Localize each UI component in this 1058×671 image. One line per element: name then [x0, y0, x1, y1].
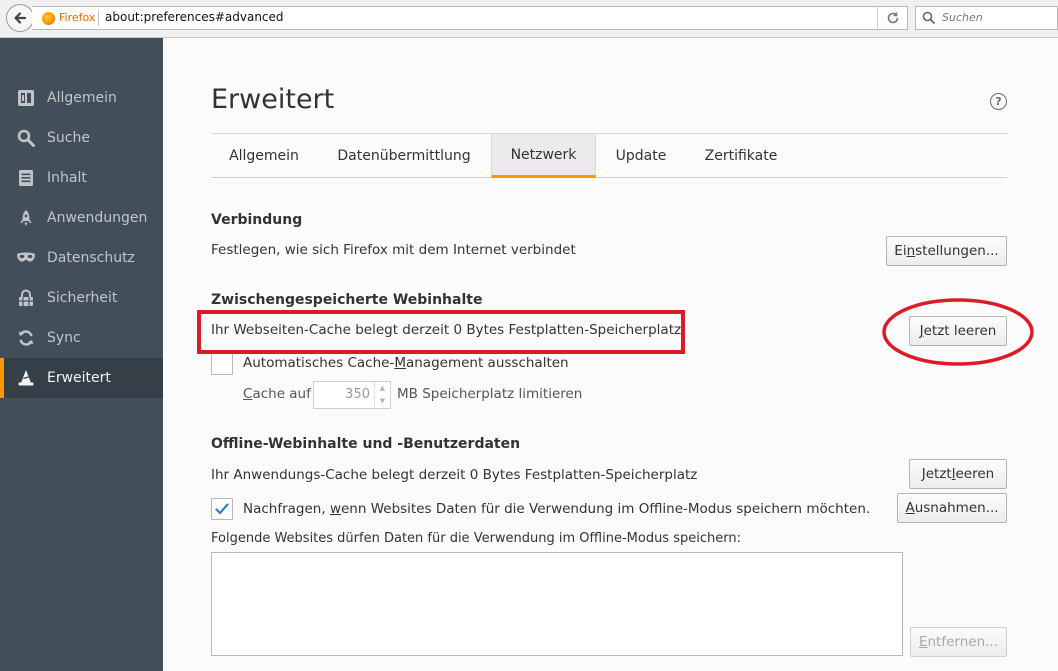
label-part: anagement ausschalten	[405, 355, 569, 371]
cache-override-label[interactable]: Automatisches Cache-Management ausschalt…	[243, 355, 569, 371]
offline-ask-checkbox[interactable]	[211, 498, 233, 520]
tab-label: Zertifikate	[704, 148, 778, 164]
offline-title: Offline-Webinhalte und -Benutzerdaten	[211, 436, 521, 452]
tab-label: Update	[615, 148, 667, 164]
advanced-tabs: Allgemein Datenübermittlung Netzwerk Upd…	[211, 134, 1007, 178]
preferences-sidebar: Allgemein Suche Inhalt Anwendungen Daten…	[0, 38, 163, 671]
cache-size-spinner[interactable]: ▲ ▼	[374, 382, 390, 408]
tab-allgemein[interactable]: Allgemein	[211, 134, 317, 178]
sidebar-item-label: Datenschutz	[47, 250, 135, 266]
button-label-part: eeren	[955, 466, 995, 482]
button-label-part: Jetzt	[921, 466, 952, 482]
clear-offline-button[interactable]: Jetzt l eeren	[909, 459, 1007, 489]
sidebar-item-label: Anwendungen	[47, 210, 148, 226]
site-identity[interactable]: Firefox	[59, 11, 95, 24]
help-label: ?	[995, 95, 1002, 108]
offline-ask-label[interactable]: Nachfragen, wenn Websites Daten für die …	[243, 501, 870, 517]
label-part: ache auf	[252, 386, 311, 402]
rocket-icon	[16, 208, 36, 228]
connection-title: Verbindung	[211, 212, 303, 228]
offline-description: Ihr Anwendungs-Cache belegt derzeit 0 By…	[211, 467, 698, 483]
tab-label: Datenübermittlung	[337, 148, 471, 164]
search-icon	[16, 128, 36, 148]
access-key: w	[329, 501, 341, 517]
mask-icon	[16, 248, 36, 268]
exceptions-button[interactable]: Ausnahmen...	[897, 493, 1007, 523]
security-icon	[16, 288, 36, 308]
button-label-part: ntfernen...	[927, 634, 999, 650]
connection-settings-button[interactable]: Ei n stellungen...	[886, 236, 1007, 266]
search-icon	[922, 11, 936, 25]
cache-limit-suffix: MB Speicherplatz limitieren	[397, 386, 583, 402]
sidebar-item-allgemein[interactable]: Allgemein	[0, 78, 163, 118]
sync-icon	[16, 328, 36, 348]
sidebar-item-label: Sicherheit	[47, 290, 118, 306]
annotation-ellipse	[882, 298, 1034, 366]
access-key: n	[906, 243, 916, 259]
access-key: A	[905, 500, 915, 516]
search-placeholder: Suchen	[942, 11, 983, 24]
button-label-part: Ei	[894, 243, 907, 259]
tab-label: Allgemein	[229, 148, 299, 164]
back-button[interactable]	[6, 4, 34, 32]
remove-site-button[interactable]: Entfernen...	[910, 627, 1007, 657]
label-part: Automatisches Cache-	[243, 355, 395, 371]
page-title: Erweitert	[211, 84, 335, 115]
offline-sites-list[interactable]	[211, 552, 903, 656]
cache-size-input[interactable]: 350 ▲ ▼	[313, 381, 391, 409]
url-text[interactable]: about:preferences#advanced	[105, 10, 284, 24]
sidebar-item-label: Erweitert	[47, 370, 111, 386]
checkmark-icon	[215, 503, 229, 515]
cache-title: Zwischengespeicherte Webinhalte	[211, 292, 483, 308]
sidebar-item-label: Allgemein	[47, 90, 117, 106]
search-bar[interactable]: Suchen	[915, 6, 1058, 30]
tab-netzwerk[interactable]: Netzwerk	[491, 134, 596, 178]
connection-description: Festlegen, wie sich Firefox mit dem Inte…	[211, 242, 576, 258]
tab-update[interactable]: Update	[596, 134, 686, 178]
wizard-hat-icon	[16, 368, 36, 388]
firefox-logo-icon	[42, 12, 55, 25]
cache-override-checkbox[interactable]	[211, 353, 233, 375]
sidebar-item-erweitert[interactable]: Erweitert	[0, 358, 163, 398]
annotation-rectangle	[197, 310, 685, 354]
sidebar-item-label: Inhalt	[47, 170, 87, 186]
sidebar-item-suche[interactable]: Suche	[0, 118, 163, 158]
tab-zertifikate[interactable]: Zertifikate	[686, 134, 796, 178]
sidebar-item-label: Suche	[47, 130, 90, 146]
spin-up-icon[interactable]: ▲	[375, 382, 390, 395]
sidebar-item-inhalt[interactable]: Inhalt	[0, 158, 163, 198]
reload-icon	[887, 12, 898, 24]
help-icon[interactable]: ?	[990, 93, 1007, 110]
button-label-part: stellungen...	[915, 243, 999, 259]
access-key: E	[918, 634, 928, 650]
tab-datenuebermittlung[interactable]: Datenübermittlung	[317, 134, 491, 178]
sidebar-item-datenschutz[interactable]: Datenschutz	[0, 238, 163, 278]
content-icon	[16, 168, 36, 188]
url-bar[interactable]: Firefox about:preferences#advanced	[32, 6, 908, 30]
url-separator	[98, 11, 99, 26]
label-part: enn Websites Daten für die Verwendung im…	[341, 501, 871, 517]
sidebar-item-sync[interactable]: Sync	[0, 318, 163, 358]
sidebar-item-anwendungen[interactable]: Anwendungen	[0, 198, 163, 238]
sidebar-item-sicherheit[interactable]: Sicherheit	[0, 278, 163, 318]
tab-label: Netzwerk	[510, 146, 577, 163]
access-key: M	[394, 355, 406, 371]
cache-limit-label: Cache auf	[243, 386, 311, 402]
cache-size-value: 350	[345, 387, 370, 402]
button-label-part: usnahmen...	[914, 500, 999, 516]
general-icon	[16, 88, 36, 108]
back-arrow-icon	[14, 12, 27, 24]
offline-list-label: Folgende Websites dürfen Daten für die V…	[211, 531, 741, 546]
sidebar-item-label: Sync	[47, 330, 81, 346]
browser-toolbar: Firefox about:preferences#advanced Suche…	[0, 0, 1058, 38]
label-part: Nachfragen,	[243, 501, 330, 517]
reload-button[interactable]	[877, 7, 907, 29]
spin-down-icon[interactable]: ▼	[375, 395, 390, 408]
